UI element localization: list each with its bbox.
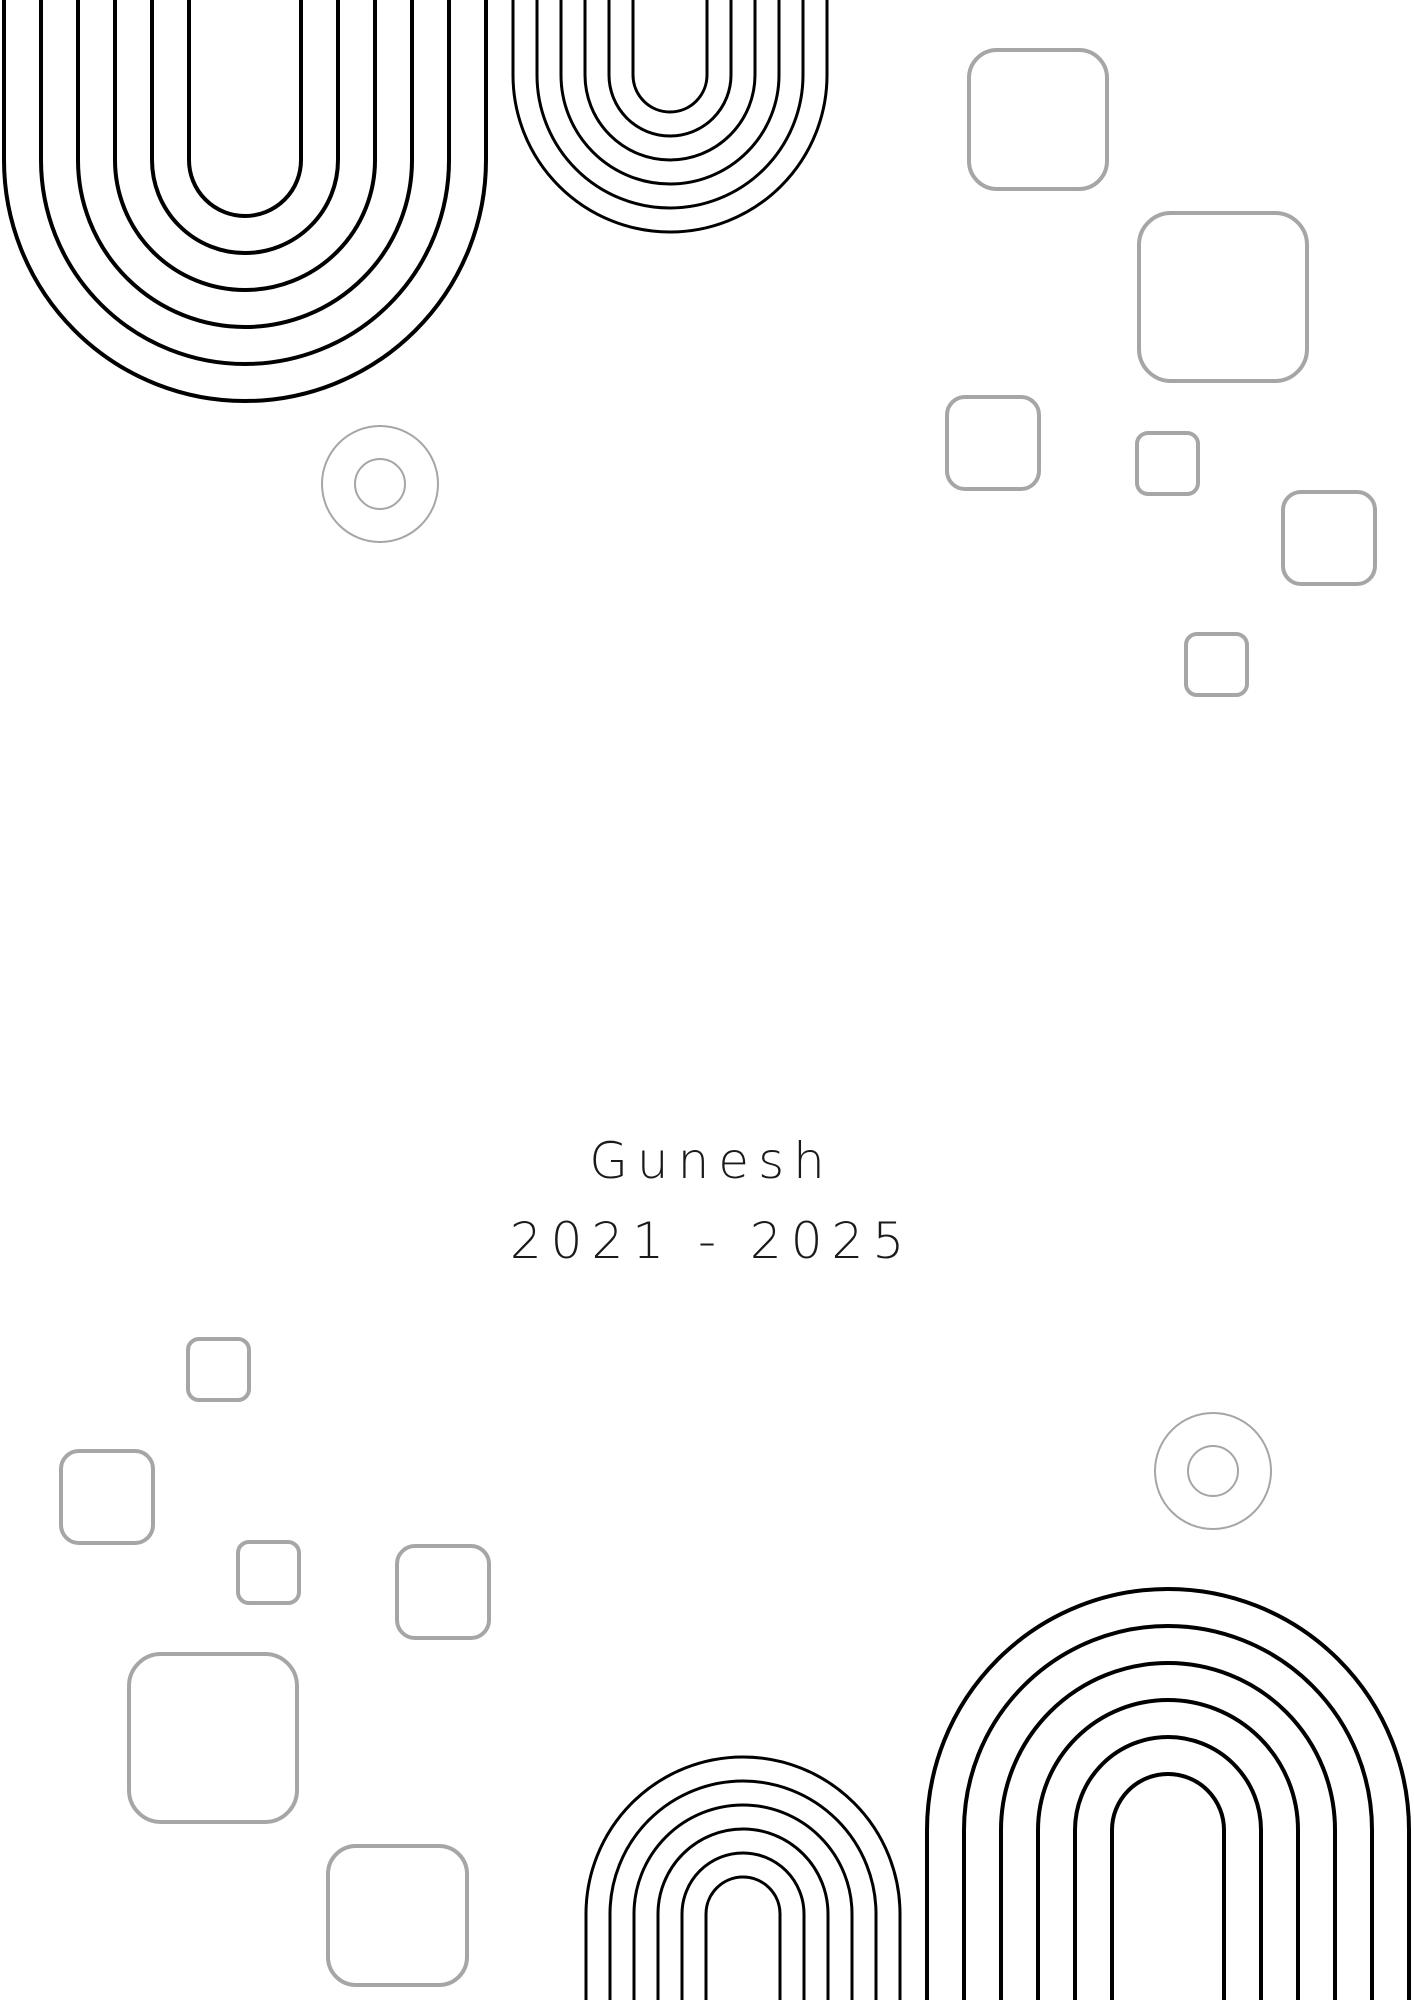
rounded-square-icon bbox=[395, 1544, 491, 1640]
cover-title-block: Gunesh 2021 - 2025 bbox=[0, 1125, 1414, 1281]
cover-page: Gunesh 2021 - 2025 bbox=[0, 0, 1414, 2000]
rounded-square-icon bbox=[186, 1337, 251, 1402]
rounded-square-icon bbox=[236, 1540, 301, 1605]
rounded-square-icon bbox=[127, 1652, 299, 1824]
rounded-square-icon bbox=[1281, 490, 1377, 586]
top-ring-icon bbox=[321, 425, 439, 543]
bottom-middle-arch-icon bbox=[584, 1755, 902, 2000]
rounded-square-icon bbox=[967, 48, 1109, 191]
bottom-left-squares bbox=[59, 1337, 491, 1987]
top-right-squares bbox=[945, 48, 1377, 697]
decorative-pattern bbox=[1, 0, 1411, 2000]
rounded-square-icon bbox=[945, 395, 1041, 491]
rounded-square-icon bbox=[326, 1844, 469, 1987]
rounded-square-icon bbox=[1135, 431, 1200, 496]
bottom-ring-icon bbox=[1154, 1412, 1272, 1530]
top-left-arch-icon bbox=[1, 0, 488, 403]
bottom-right-arch-icon bbox=[925, 1587, 1411, 2000]
top-middle-arch-icon bbox=[511, 0, 829, 234]
year-range: 2021 - 2025 bbox=[509, 1212, 914, 1270]
rounded-square-icon bbox=[59, 1449, 155, 1545]
rounded-square-icon bbox=[1184, 632, 1249, 697]
owner-name: Gunesh bbox=[589, 1132, 834, 1190]
rounded-square-icon bbox=[1137, 211, 1309, 383]
